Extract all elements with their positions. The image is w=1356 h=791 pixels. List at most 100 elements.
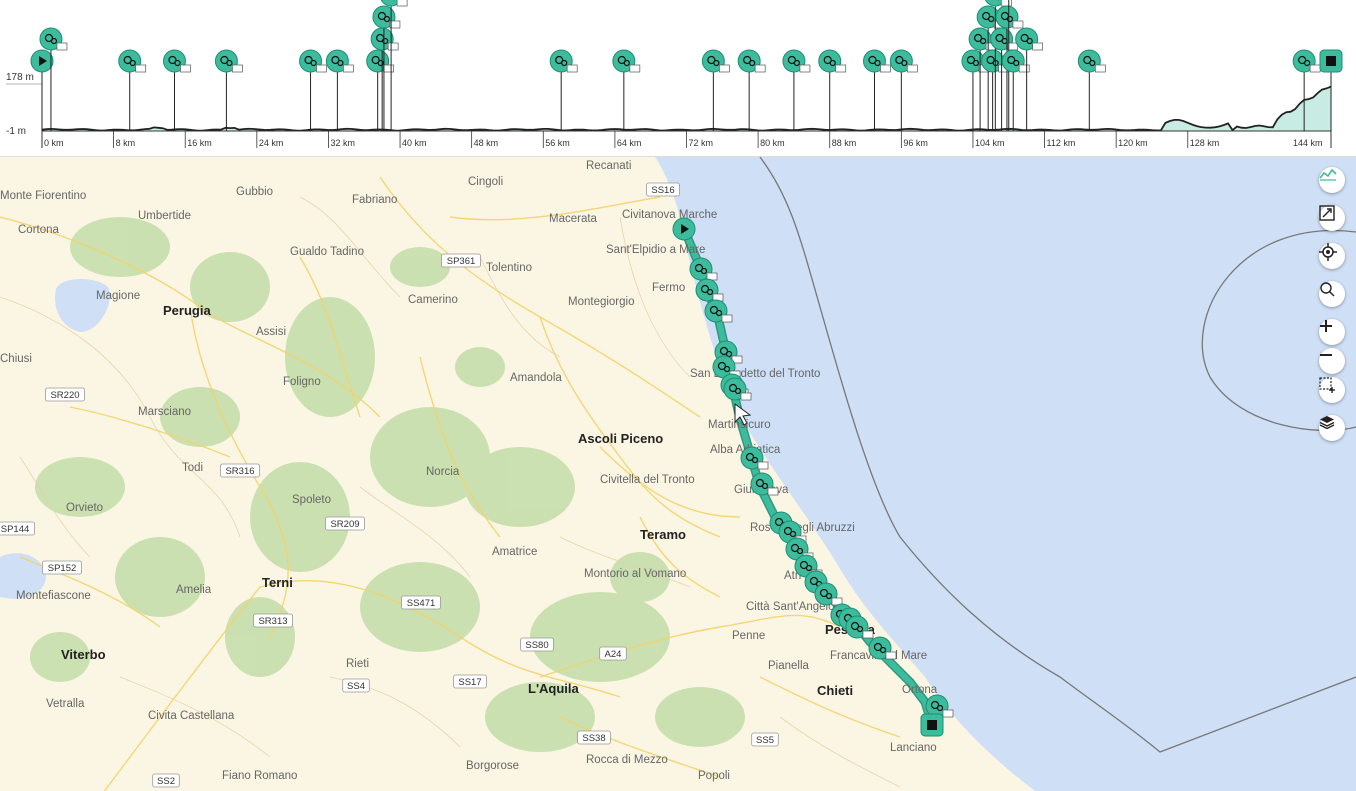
route-start-marker[interactable] xyxy=(672,217,696,241)
svg-text:Rieti: Rieti xyxy=(346,658,369,670)
search-button[interactable] xyxy=(1319,281,1345,307)
profile-marker[interactable] xyxy=(30,49,54,131)
road-shield: A24 xyxy=(599,646,627,661)
road-shield: SR209 xyxy=(325,516,365,531)
bus-icon xyxy=(549,49,578,73)
x-tick-label: 48 km xyxy=(474,138,499,148)
poi-icon xyxy=(299,49,327,73)
svg-text:Roseto degli Abruzzi: Roseto degli Abruzzi xyxy=(750,522,855,534)
city-label: Perugia xyxy=(163,303,211,318)
profile-marker[interactable] xyxy=(162,49,191,131)
svg-text:Camerino: Camerino xyxy=(408,294,458,306)
svg-text:Fabriano: Fabriano xyxy=(352,194,397,206)
road-shield: SS16 xyxy=(646,182,680,197)
profile-marker[interactable] xyxy=(737,49,766,131)
svg-text:Tolentino: Tolentino xyxy=(486,262,532,274)
fullscreen-button[interactable] xyxy=(1319,205,1345,231)
bed-icon xyxy=(162,49,191,73)
map-canvas[interactable]: Perugia Ascoli Piceno Teramo Terni Viter… xyxy=(0,157,1356,791)
x-tick-label: 24 km xyxy=(259,138,284,148)
x-tick-label: 80 km xyxy=(760,138,785,148)
svg-text:Norcia: Norcia xyxy=(426,466,460,478)
profile-marker[interactable] xyxy=(325,49,354,131)
profile-marker[interactable] xyxy=(1077,49,1106,131)
bus-icon xyxy=(984,0,1012,7)
svg-text:SS2: SS2 xyxy=(157,776,175,787)
locate-button[interactable] xyxy=(1319,243,1345,269)
search-icon xyxy=(1320,282,1335,297)
city-label: Ascoli Piceno xyxy=(578,431,663,446)
poi-icon xyxy=(325,49,354,73)
layers-button[interactable] xyxy=(1319,415,1345,441)
profile-marker[interactable] xyxy=(370,27,399,131)
bus-icon xyxy=(612,49,641,73)
elevation-profile-button[interactable] xyxy=(1319,167,1345,193)
svg-text:SP361: SP361 xyxy=(447,256,476,267)
water-icon xyxy=(995,5,1024,29)
x-tick-label: 16 km xyxy=(187,138,212,148)
profile-marker[interactable] xyxy=(818,49,847,131)
svg-text:Civitella del Tronto: Civitella del Tronto xyxy=(600,474,695,486)
profile-marker[interactable] xyxy=(889,49,918,131)
profile-marker[interactable] xyxy=(118,49,147,131)
svg-text:Amandola: Amandola xyxy=(510,372,562,384)
svg-text:SR316: SR316 xyxy=(225,466,254,477)
profile-marker[interactable] xyxy=(1015,27,1044,131)
box-zoom-button[interactable] xyxy=(1319,377,1345,403)
svg-text:Cortona: Cortona xyxy=(18,224,60,236)
svg-text:Foligno: Foligno xyxy=(283,376,321,388)
parking-icon xyxy=(370,27,399,51)
poi-icon xyxy=(990,27,1018,51)
svg-text:Civita Castellana: Civita Castellana xyxy=(148,710,235,722)
svg-text:San Benedetto del Tronto: San Benedetto del Tronto xyxy=(690,368,820,380)
finish-icon xyxy=(920,713,944,737)
profile-marker[interactable] xyxy=(1001,49,1030,131)
svg-text:SS4: SS4 xyxy=(347,681,365,692)
city-label: Terni xyxy=(262,575,293,590)
svg-text:Sant'Elpidio a Mare: Sant'Elpidio a Mare xyxy=(606,244,705,256)
svg-text:Todi: Todi xyxy=(182,462,203,474)
svg-text:Popoli: Popoli xyxy=(698,770,730,782)
road-shield: SP152 xyxy=(42,560,82,575)
profile-marker[interactable] xyxy=(612,49,641,131)
profile-marker[interactable] xyxy=(39,27,68,131)
profile-marker[interactable] xyxy=(862,49,891,131)
profile-marker[interactable] xyxy=(549,49,578,131)
finish-icon xyxy=(1319,49,1343,73)
poi-icon xyxy=(862,49,891,73)
city-label: Teramo xyxy=(640,527,686,542)
road-shield: SS80 xyxy=(520,637,554,652)
map-view[interactable]: Perugia Ascoli Piceno Teramo Terni Viter… xyxy=(0,157,1356,791)
x-tick-label: 0 km xyxy=(44,138,64,148)
road-shield: SP144 xyxy=(0,521,35,536)
road-shield: SS2 xyxy=(152,773,180,788)
elevation-chart[interactable]: 0 km 8 km 16 km 24 km 32 km 40 km 48 km 56 km 64… xyxy=(0,0,1356,156)
profile-marker[interactable] xyxy=(782,49,811,131)
profile-marker[interactable] xyxy=(366,49,395,131)
profile-marker[interactable] xyxy=(299,49,327,131)
elevation-profile[interactable]: 178 m -1 m 0 km 8 km 16 km 24 km 32 km 40 km 4… xyxy=(0,0,1356,157)
poi-icon xyxy=(214,49,243,73)
svg-text:Montegiorgio: Montegiorgio xyxy=(568,296,634,308)
x-tick-label: 32 km xyxy=(330,138,355,148)
zoom-in-button[interactable] xyxy=(1319,319,1345,345)
svg-text:Fiano Romano: Fiano Romano xyxy=(222,770,297,782)
zoom-out-button[interactable] xyxy=(1319,348,1345,374)
poi-icon xyxy=(782,49,811,73)
svg-text:SR313: SR313 xyxy=(258,616,287,627)
svg-text:Macerata: Macerata xyxy=(549,213,598,225)
route-finish-marker[interactable] xyxy=(920,713,944,737)
svg-text:Vetralla: Vetralla xyxy=(46,698,85,710)
svg-text:Orvieto: Orvieto xyxy=(66,502,103,514)
x-tick-label: 104 km xyxy=(975,138,1005,148)
svg-text:SS38: SS38 xyxy=(582,733,605,744)
elevation-line xyxy=(41,85,1332,132)
x-tick-label: 88 km xyxy=(832,138,857,148)
svg-text:Umbertide: Umbertide xyxy=(138,210,191,222)
x-tick-label: 56 km xyxy=(545,138,570,148)
box-select-icon xyxy=(1319,377,1335,393)
poi-icon xyxy=(701,49,730,73)
profile-marker[interactable] xyxy=(701,49,730,131)
profile-marker[interactable] xyxy=(214,49,243,131)
poi-icon xyxy=(118,49,147,73)
